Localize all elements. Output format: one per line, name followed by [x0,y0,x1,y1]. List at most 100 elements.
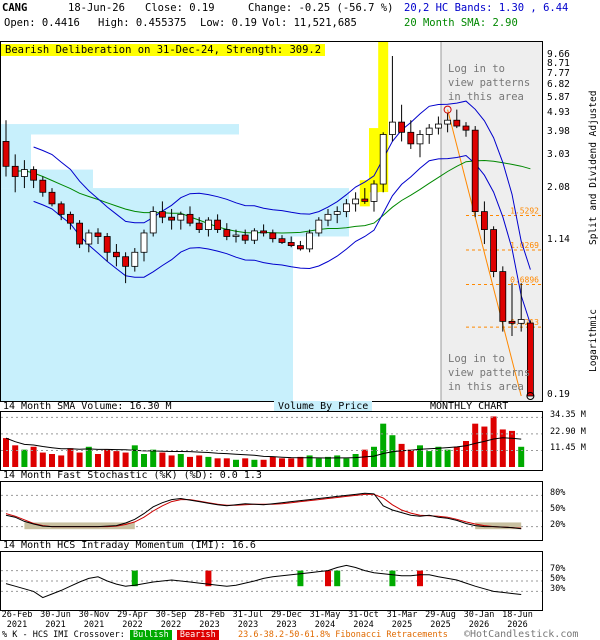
volume-bar [21,449,28,467]
volume-bar [260,459,267,467]
volume-bar [205,456,212,467]
candle-body [416,134,424,145]
volume-bar [444,449,451,467]
imi-panel-title: 14 Month HCS Intraday Momentum (IMI): 16… [3,540,256,551]
candle-body [113,251,120,258]
x-tick-label: 29-Apr 2022 [117,610,148,630]
candle-body [296,245,304,250]
stoch-y-axis: 80% 50% 20% [548,481,598,539]
x-tick-label: 29-Aug 2025 [425,610,456,630]
sma-value: 20 Month SMA: 2.90 [404,17,518,29]
imi-series-line [5,564,522,599]
x-tick-label: 18-Jun 2026 [502,610,533,630]
price-panel: 1.52921.02690.68960.4213 Bearish Deliber… [0,41,543,402]
candle-body [444,119,452,125]
candle-body [168,216,176,221]
imi-line [1,564,542,599]
volume-bar [113,451,120,467]
volume-bar [196,455,203,467]
price-tick-label: 3.98 [547,125,570,137]
candle-body [278,238,286,243]
candle-body [67,213,74,224]
bullish-crossover-bar [389,570,396,587]
candle-body [232,234,240,237]
volume-bar [251,459,258,467]
x-tick-label: 31-May 2024 [309,610,341,630]
candle-body [85,232,93,245]
bullish-crossover-bar [131,570,138,587]
close-price: Close: 0.19 [145,2,215,14]
candle-body [462,125,470,131]
candle-body [287,242,295,247]
candle-body [223,229,231,237]
imi-tick-label: 50% [550,574,566,584]
volume-bar [233,459,239,467]
volume-bar [288,458,295,467]
candle-body [398,121,406,133]
candle-body [131,251,139,267]
x-tick-label: 26-Feb 2021 [1,610,33,630]
candle-body [370,183,378,202]
x-tick-label: 31-Mar 2025 [386,610,418,630]
bearish-crossover-bar [417,570,423,587]
volume-bar [3,438,9,467]
vbp-block [1,124,239,135]
volume-y-axis: 34.35 M 22.90 M 11.45 M [548,410,598,469]
volume-tick-label: 34.35 M [550,410,586,421]
candle-body [342,203,350,213]
volume-sma-line [5,437,522,459]
x-tick-label: 29-Dec 2023 [271,610,302,630]
price-tick-label: 1.14 [547,233,570,245]
x-tick-label: 31-Jul 2023 [232,610,264,630]
volume-bar [435,446,442,467]
pattern-banner: Bearish Deliberation on 31-Dec-24, Stren… [1,44,326,56]
candle-body [48,191,56,205]
volume-bar [122,452,129,467]
candle-body [195,222,203,230]
volume-bar [426,451,433,467]
volume-bar [417,445,423,467]
volume-bar [380,423,387,467]
login-overlay-bottom[interactable]: Log in to view patterns in this area [448,352,530,394]
price-tick-label: 0.19 [547,389,570,400]
volume-bar [159,452,166,467]
price-y-axis: 9.66 8.71 7.77 6.82 5.87 4.93 3.98 3.03 2.08 1.14… [545,41,589,400]
volume-value: Vol: 11,521,685 [262,17,357,29]
volume-bar [407,449,414,467]
volume-tick-label: 22.90 M [550,426,586,437]
price-tick-label: 4.93 [547,107,570,119]
quote-date: 18-Jun-26 [68,2,125,14]
volume-bar [472,423,479,467]
copyright-link[interactable]: ©HotCandlestick.com [464,629,578,640]
candle-body [352,198,360,205]
high-price: High: 0.455375 [98,17,187,29]
volume-bar [352,454,359,467]
vbp-block [1,236,293,401]
fib-label: 0.6896 [510,275,539,284]
candle-body [425,127,433,135]
candle-body [177,213,185,221]
candle-body [361,198,369,202]
candle-body [30,169,38,181]
volume-bar [306,455,313,467]
candle-body [324,213,332,221]
candle-body [407,131,415,145]
volume-bar [12,445,19,467]
candle-body [379,134,387,185]
candle-body [388,121,396,135]
volume-bar [518,446,525,467]
volume-bar [509,430,515,467]
volume-bar [343,458,350,467]
candle-body [122,256,129,267]
volume-bar [30,446,37,467]
login-line: in this area [448,91,524,103]
log-axis-label: Logarithmic [588,309,599,372]
login-overlay-top[interactable]: Log in to view patterns in this area [448,62,530,104]
candle-body [103,236,111,253]
candle-body [94,232,102,237]
candle-body [480,211,488,230]
volume-bar [499,429,506,467]
candle-body [20,169,28,177]
volume-bar [398,443,405,467]
candle-body [57,203,65,215]
